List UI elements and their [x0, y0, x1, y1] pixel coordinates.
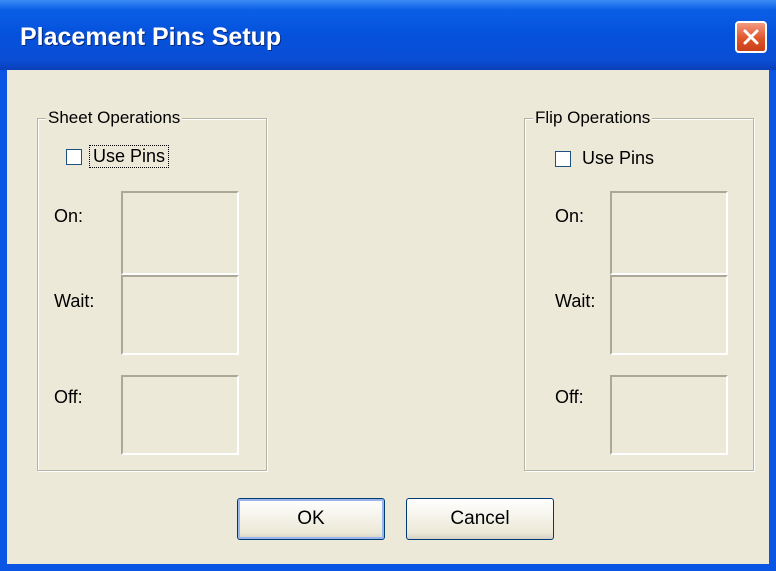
sheet-use-pins-row[interactable]: Use Pins — [66, 145, 170, 168]
flip-wait-label: Wait: — [555, 291, 596, 311]
flip-off-label: Off: — [555, 387, 584, 407]
close-button[interactable] — [735, 21, 767, 53]
sheet-off-label: Off: — [54, 387, 83, 407]
sheet-use-pins-checkbox[interactable] — [66, 148, 82, 165]
sheet-on-label: On: — [54, 206, 84, 226]
flip-on-label: On: — [555, 206, 585, 226]
sheet-operations-group: Sheet Operations Use Pins On: Wait: Off: — [37, 108, 267, 471]
sheet-on-box — [121, 191, 239, 275]
flip-off-box — [610, 375, 728, 455]
ok-button[interactable]: OK — [237, 498, 385, 540]
flip-wait-box — [610, 275, 728, 355]
close-icon — [743, 29, 759, 45]
flip-use-pins-row[interactable]: Use Pins — [555, 148, 657, 169]
flip-operations-group: Flip Operations Use Pins On: Wait: Off: — [524, 108, 754, 471]
flip-use-pins-checkbox[interactable] — [555, 150, 571, 167]
sheet-use-pins-label[interactable]: Use Pins — [88, 145, 170, 168]
flip-on-box — [610, 191, 728, 275]
cancel-button[interactable]: Cancel — [406, 498, 554, 540]
sheet-wait-label: Wait: — [54, 291, 95, 311]
sheet-off-box — [121, 375, 239, 455]
title-bar[interactable]: Placement Pins Setup — [0, 0, 776, 70]
flip-use-pins-label[interactable]: Use Pins — [579, 148, 657, 169]
group-title-flip: Flip Operations — [533, 108, 653, 128]
dialog-body: Sheet Operations Use Pins On: Wait: Off:… — [7, 70, 769, 564]
dialog-title: Placement Pins Setup — [20, 23, 282, 51]
sheet-wait-box — [121, 275, 239, 355]
group-title-sheet: Sheet Operations — [46, 108, 183, 128]
dialog-window: Placement Pins Setup Sheet Operations Us… — [0, 0, 776, 571]
